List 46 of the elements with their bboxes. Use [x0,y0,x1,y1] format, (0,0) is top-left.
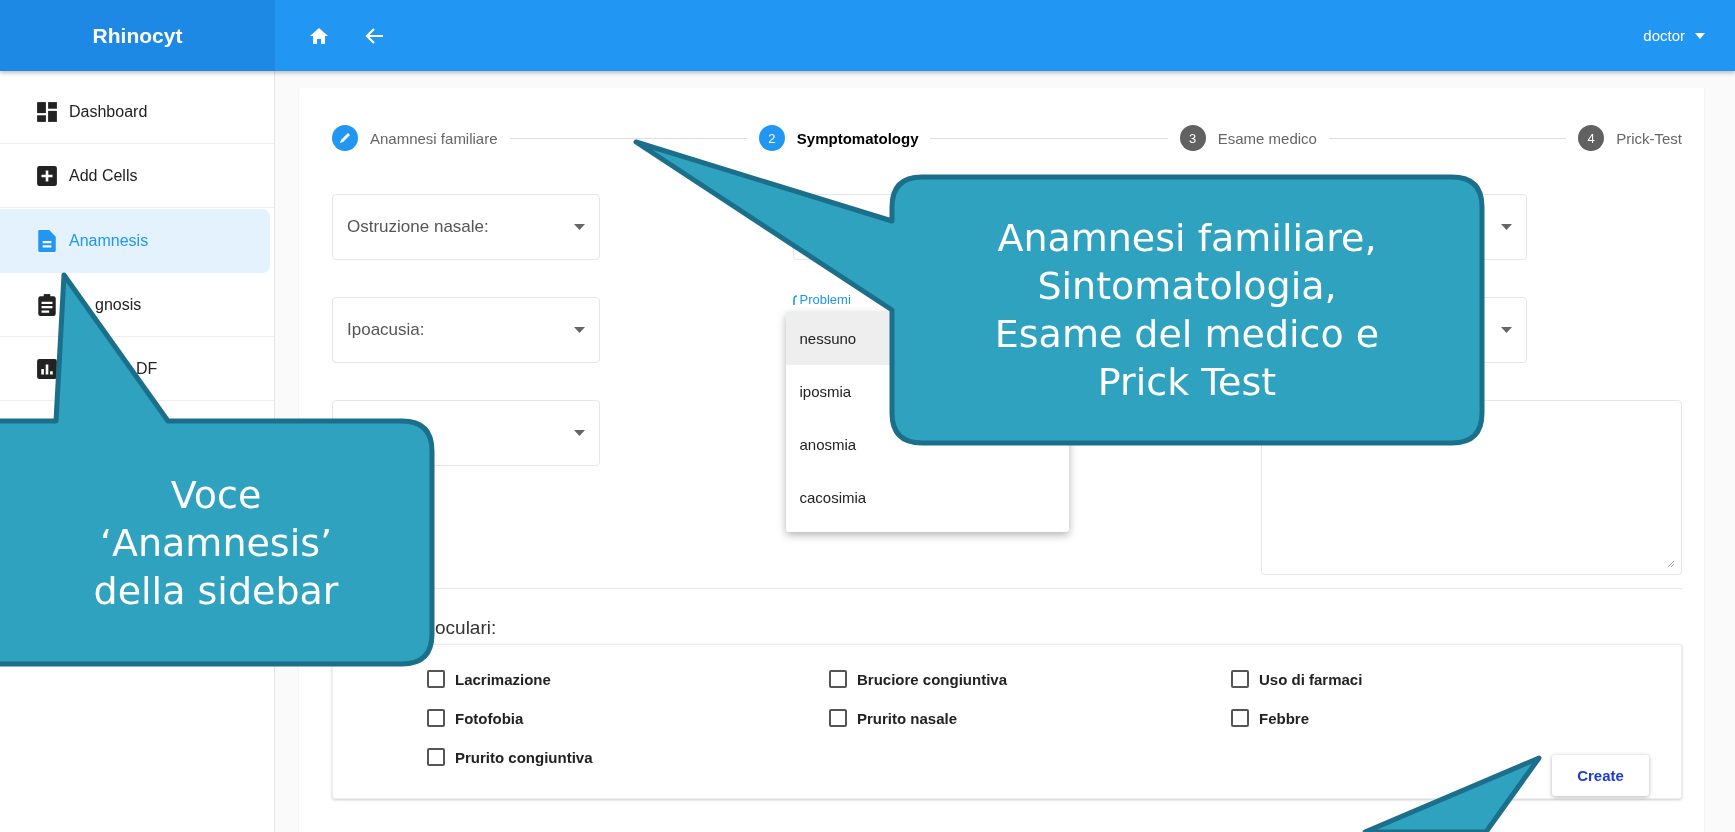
app-brand: Rhinocyt [0,0,275,71]
checkbox[interactable] [829,670,847,688]
dropdown-arrow-icon [574,224,585,230]
checkbox-label: Prurito congiuntiva [455,748,593,766]
checkbox-label: Lacrimazione [455,670,551,688]
step-tab[interactable]: 3 Esame medico [1179,125,1317,151]
clipboard-icon [35,292,59,317]
checkbox-label: Uso di farmaci [1259,670,1363,688]
sidebar-item[interactable]: Add Cells [0,144,274,208]
plus-icon [35,164,59,187]
step-number: 4 [1578,125,1605,151]
checkbox[interactable] [427,748,445,766]
section-label: oculari: [434,617,497,639]
dropdown-arrow-icon [574,327,585,333]
checkbox-label: Prurito nasale [857,709,958,727]
dashboard-icon [35,100,59,123]
step-number: 2 [758,125,785,151]
field-label: Problemi [799,292,851,307]
checkbox-label: Bruciore congiuntiva [857,670,1008,688]
step-tab[interactable]: 4 Prick-Test [1578,125,1682,151]
sidebar-item[interactable]: Dashboard [0,80,274,144]
checkbox[interactable] [1231,709,1249,727]
step-tab[interactable]: 2 Symptomatology [758,125,919,151]
pencil-icon [332,125,358,151]
callout-text: Voce ‘Anamnesis’ della sidebar [93,471,339,615]
select-field[interactable]: Ostruzione nasale: [332,194,600,260]
callout-text: Anamnesi familiare, Sintomatologia, Esame del medico e Prick Test [994,215,1380,406]
dropdown-arrow-icon [574,430,585,436]
field-outline-corner [792,294,798,305]
dropdown-arrow-icon [1501,327,1512,333]
checkbox[interactable] [1231,670,1249,688]
dropdown-option[interactable]: cacosimia [785,471,1069,524]
checkbox[interactable] [427,709,445,727]
checkbox-label: Febbre [1259,709,1309,727]
dropdown-arrow-icon [1501,224,1512,230]
step-tab[interactable]: Anamnesi familiare [332,125,498,151]
resize-handle[interactable] [1667,560,1675,568]
checkbox[interactable] [427,670,445,688]
step-number: 3 [1179,125,1206,151]
create-button[interactable]: Create [1552,755,1649,796]
select-field[interactable]: Ipoacusia: [332,297,600,363]
checkbox[interactable] [829,709,847,727]
checkbox-label: Fotofobia [455,709,524,727]
chart-icon [35,357,59,380]
document-icon [35,228,59,253]
caret-icon [1695,32,1705,39]
